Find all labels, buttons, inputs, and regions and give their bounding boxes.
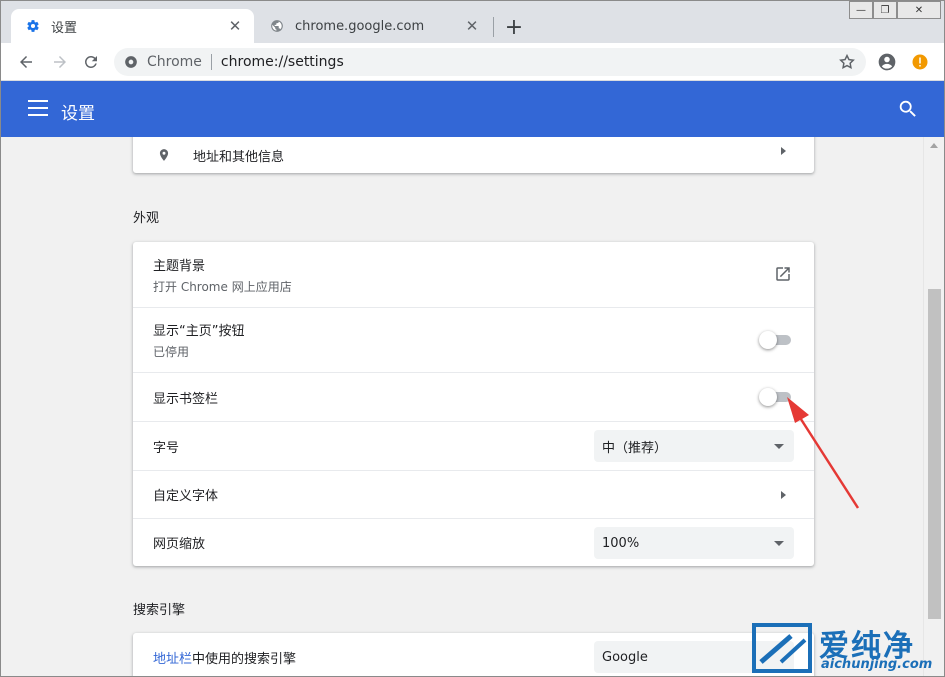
page-zoom-label: 网页缩放: [153, 537, 206, 552]
search-icon[interactable]: [897, 98, 919, 120]
watermark-url: aichunjing.com: [821, 657, 933, 672]
tab-title: 设置: [51, 20, 78, 36]
dropdown-caret-icon: [774, 541, 784, 546]
font-size-select[interactable]: 中（推荐）: [594, 430, 794, 462]
bookmarks-bar-label: 显示书签栏: [153, 391, 219, 407]
profile-button[interactable]: [875, 50, 899, 74]
close-tab-icon[interactable]: ✕: [463, 17, 481, 35]
search-engine-card: 地址栏中使用的搜索引擎 Google: [133, 633, 814, 676]
menu-icon[interactable]: [28, 100, 48, 116]
address-row-label: 地址和其他信息: [193, 149, 285, 165]
page-title: 设置: [61, 104, 95, 124]
tab-settings[interactable]: 设置 ✕: [11, 9, 254, 43]
forward-button[interactable]: [48, 50, 72, 74]
scroll-up-arrow-icon[interactable]: [930, 143, 938, 148]
update-alert-icon: [912, 54, 928, 70]
url-text: chrome://settings: [220, 54, 344, 70]
address-row[interactable]: 地址和其他信息: [133, 137, 814, 173]
reload-button[interactable]: [79, 50, 103, 74]
bookmarks-bar-toggle[interactable]: [759, 388, 791, 406]
theme-label: 主题背景: [153, 258, 206, 274]
new-tab-button[interactable]: +: [502, 15, 526, 40]
search-engine-label: 地址栏中使用的搜索引擎: [153, 648, 296, 667]
tab-chrome-webstore[interactable]: chrome.google.com ✕: [255, 9, 491, 43]
watermark-logo-icon: [752, 623, 812, 673]
location-pin-icon: [159, 149, 169, 161]
globe-icon: [269, 18, 285, 34]
watermark: 爱纯净 aichunjing.com: [749, 619, 944, 676]
omnibox-divider: [210, 54, 212, 70]
forward-arrow-icon: [54, 56, 66, 68]
page-zoom-value: 100%: [602, 535, 640, 551]
settings-header: 设置: [1, 81, 944, 137]
open-external-icon[interactable]: [774, 265, 792, 283]
vertical-scrollbar[interactable]: [923, 137, 944, 676]
bookmarks-bar-row: 显示书签栏: [133, 372, 814, 421]
search-engine-label-rest: 中使用的搜索引擎: [192, 651, 297, 667]
back-arrow-icon: [20, 56, 32, 68]
font-size-label: 字号: [153, 440, 180, 456]
dropdown-caret-icon: [774, 444, 784, 449]
appearance-section-title: 外观: [133, 211, 160, 226]
browser-toolbar: Chrome chrome://settings: [1, 43, 944, 81]
chevron-right-icon: [781, 147, 786, 155]
account-circle-icon: [878, 53, 896, 71]
search-engine-row: 地址栏中使用的搜索引擎 Google: [133, 633, 814, 676]
home-button-label: 显示“主页”按钮: [153, 324, 245, 339]
page-zoom-row: 网页缩放 100%: [133, 518, 814, 566]
search-engine-section-title: 搜索引擎: [133, 603, 186, 618]
address-bar-link[interactable]: 地址栏: [153, 652, 192, 667]
restore-button[interactable]: ❐: [873, 1, 897, 19]
home-button-toggle[interactable]: [759, 331, 791, 349]
close-tab-icon[interactable]: ✕: [226, 17, 244, 35]
autofill-card: 地址和其他信息: [133, 137, 814, 173]
font-size-value: 中（推荐）: [602, 440, 668, 456]
minimize-button[interactable]: —: [849, 1, 873, 19]
window-close-button[interactable]: ✕: [897, 1, 941, 19]
chrome-logo-icon: [125, 56, 137, 68]
gear-icon: [25, 18, 41, 34]
settings-content: 地址和其他信息 外观 主题背景 打开 Chrome 网上应用店 显示“主页”按钮…: [1, 137, 923, 676]
search-engine-value: Google: [602, 649, 648, 665]
tab-divider: [493, 17, 494, 37]
browser-window: 设置 ✕ chrome.google.com ✕ + — ❐ ✕ Chrome: [0, 0, 945, 677]
page-zoom-select[interactable]: 100%: [594, 527, 794, 559]
appearance-card: 主题背景 打开 Chrome 网上应用店 显示“主页”按钮 已停用 显示书签栏: [133, 242, 814, 566]
reload-icon: [84, 55, 97, 68]
scrollbar-thumb[interactable]: [928, 289, 941, 619]
home-button-row: 显示“主页”按钮 已停用: [133, 307, 814, 372]
back-button[interactable]: [14, 50, 38, 74]
site-chip: Chrome: [147, 54, 202, 70]
font-size-row: 字号 中（推荐）: [133, 421, 814, 470]
theme-row[interactable]: 主题背景 打开 Chrome 网上应用店: [133, 242, 814, 307]
theme-sublabel: 打开 Chrome 网上应用店: [153, 279, 292, 294]
custom-fonts-label: 自定义字体: [153, 489, 219, 504]
chevron-right-icon: [781, 491, 786, 499]
home-button-status: 已停用: [153, 345, 190, 359]
tab-strip: 设置 ✕ chrome.google.com ✕ + — ❐ ✕: [1, 1, 944, 43]
address-bar[interactable]: Chrome chrome://settings: [114, 48, 866, 76]
chrome-menu-button[interactable]: [908, 50, 932, 74]
custom-fonts-row[interactable]: 自定义字体: [133, 470, 814, 518]
tab-title: chrome.google.com: [295, 18, 425, 34]
bookmark-star-icon[interactable]: [838, 53, 856, 71]
